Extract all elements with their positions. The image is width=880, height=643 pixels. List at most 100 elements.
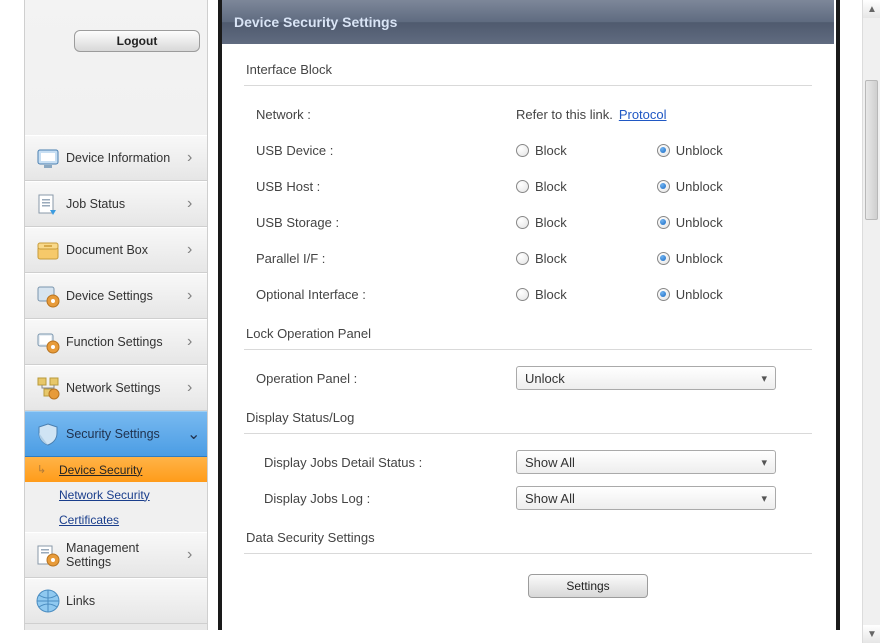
radio-label: Unblock — [676, 179, 723, 194]
sidebar-subitem-certificates[interactable]: Certificates — [25, 507, 207, 532]
sidebar-item-network-settings[interactable]: Network Settings › — [25, 365, 207, 411]
device-settings-icon — [33, 281, 63, 311]
chevron-right-icon: › — [187, 241, 201, 259]
page-title: Device Security Settings — [222, 0, 834, 44]
network-note: Refer to this link. — [516, 107, 613, 122]
usb-host-unblock-radio[interactable]: Unblock — [657, 179, 723, 194]
display-jobs-detail-status-select[interactable]: Show All — [516, 450, 776, 474]
scroll-thumb[interactable] — [865, 80, 878, 220]
row-optional-interface: Optional Interface : Block Unblock — [244, 276, 812, 312]
radio-label: Unblock — [676, 287, 723, 302]
optional-interface-radio-group: Block Unblock — [516, 287, 723, 302]
section-interface-block-title: Interface Block — [244, 62, 812, 86]
section-data-security-title: Data Security Settings — [244, 516, 812, 554]
parallel-if-block-radio[interactable]: Block — [516, 251, 567, 266]
usb-device-unblock-radio[interactable]: Unblock — [657, 143, 723, 158]
radio-label: Block — [535, 287, 567, 302]
usb-storage-radio-group: Block Unblock — [516, 215, 723, 230]
row-parallel-if: Parallel I/F : Block Unblock — [244, 240, 812, 276]
chevron-right-icon: › — [187, 287, 201, 305]
scroll-track[interactable] — [863, 18, 880, 625]
chevron-right-icon: › — [187, 379, 201, 397]
row-label: Network : — [256, 107, 516, 122]
row-label: Display Jobs Log : — [256, 491, 516, 506]
radio-label: Unblock — [676, 215, 723, 230]
security-settings-icon — [33, 419, 63, 449]
sidebar-item-device-information[interactable]: Device Information › — [25, 135, 207, 181]
display-jobs-log-select[interactable]: Show All — [516, 486, 776, 510]
chevron-right-icon: › — [187, 546, 201, 564]
row-usb-device: USB Device : Block Unblock — [244, 132, 812, 168]
main-panel: Device Security Settings Interface Block… — [222, 0, 834, 630]
row-label: Optional Interface : — [256, 287, 516, 302]
optional-interface-unblock-radio[interactable]: Unblock — [657, 287, 723, 302]
operation-panel-select[interactable]: Unlock — [516, 366, 776, 390]
parallel-if-unblock-radio[interactable]: Unblock — [657, 251, 723, 266]
radio-label: Unblock — [676, 251, 723, 266]
logout-area: Logout — [25, 0, 207, 135]
radio-label: Block — [535, 215, 567, 230]
sidebar-item-label: Links — [63, 594, 201, 608]
logout-button[interactable]: Logout — [74, 30, 200, 52]
row-label: USB Device : — [256, 143, 516, 158]
security-subitems: ↳ Device Security Network Security Certi… — [25, 457, 207, 532]
data-security-settings-button[interactable]: Settings — [528, 574, 648, 598]
sidebar-item-management-settings[interactable]: Management Settings › — [25, 532, 207, 578]
row-usb-host: USB Host : Block Unblock — [244, 168, 812, 204]
row-label: Parallel I/F : — [256, 251, 516, 266]
chevron-right-icon: › — [187, 333, 201, 351]
job-status-icon — [33, 189, 63, 219]
function-settings-icon — [33, 327, 63, 357]
usb-storage-unblock-radio[interactable]: Unblock — [657, 215, 723, 230]
row-network: Network : Refer to this link. Protocol — [244, 96, 812, 132]
sidebar-subitem-network-security[interactable]: Network Security — [25, 482, 207, 507]
sidebar-item-links[interactable]: Links — [25, 578, 207, 624]
sidebar-item-function-settings[interactable]: Function Settings › — [25, 319, 207, 365]
row-label: Display Jobs Detail Status : — [256, 455, 516, 470]
radio-label: Unblock — [676, 143, 723, 158]
optional-interface-block-radio[interactable]: Block — [516, 287, 567, 302]
section-display-status-log-title: Display Status/Log — [244, 396, 812, 434]
usb-host-radio-group: Block Unblock — [516, 179, 723, 194]
subitem-label: Network Security — [59, 488, 150, 502]
sidebar-item-document-box[interactable]: Document Box › — [25, 227, 207, 273]
row-label: Operation Panel : — [256, 371, 516, 386]
chevron-down-icon: ⌄ — [187, 424, 201, 444]
sidebar-item-label: Function Settings — [63, 335, 187, 349]
scroll-up-arrow[interactable]: ▲ — [863, 0, 880, 18]
vertical-scrollbar[interactable]: ▲ ▼ — [862, 0, 880, 643]
device-info-icon — [33, 143, 63, 173]
sidebar-subitem-device-security[interactable]: ↳ Device Security — [25, 457, 207, 482]
sidebar-item-device-settings[interactable]: Device Settings › — [25, 273, 207, 319]
sidebar-item-label: Management Settings — [63, 541, 187, 570]
sidebar-item-label: Document Box — [63, 243, 187, 257]
selected-arrow-icon: ↳ — [37, 463, 46, 476]
protocol-link[interactable]: Protocol — [619, 107, 667, 122]
management-settings-icon — [33, 540, 63, 570]
sidebar-item-label: Network Settings — [63, 381, 187, 395]
row-display-jobs-detail-status: Display Jobs Detail Status : Show All — [244, 444, 812, 480]
sidebar-item-label: Device Settings — [63, 289, 187, 303]
row-operation-panel: Operation Panel : Unlock — [244, 360, 812, 396]
sidebar: Logout Device Information › Job Status ›… — [24, 0, 208, 630]
row-usb-storage: USB Storage : Block Unblock — [244, 204, 812, 240]
document-box-icon — [33, 235, 63, 265]
radio-label: Block — [535, 179, 567, 194]
row-label: USB Storage : — [256, 215, 516, 230]
chevron-right-icon: › — [187, 195, 201, 213]
subitem-label: Certificates — [59, 513, 119, 527]
radio-label: Block — [535, 251, 567, 266]
usb-device-block-radio[interactable]: Block — [516, 143, 567, 158]
links-icon — [33, 586, 63, 616]
sidebar-item-job-status[interactable]: Job Status › — [25, 181, 207, 227]
usb-storage-block-radio[interactable]: Block — [516, 215, 567, 230]
network-settings-icon — [33, 373, 63, 403]
sidebar-item-security-settings[interactable]: Security Settings ⌄ — [25, 411, 207, 457]
sidebar-item-label: Security Settings — [63, 427, 187, 441]
scroll-down-arrow[interactable]: ▼ — [863, 625, 880, 643]
row-label: USB Host : — [256, 179, 516, 194]
usb-device-radio-group: Block Unblock — [516, 143, 723, 158]
radio-label: Block — [535, 143, 567, 158]
row-data-security-settings: Settings — [244, 564, 812, 600]
usb-host-block-radio[interactable]: Block — [516, 179, 567, 194]
